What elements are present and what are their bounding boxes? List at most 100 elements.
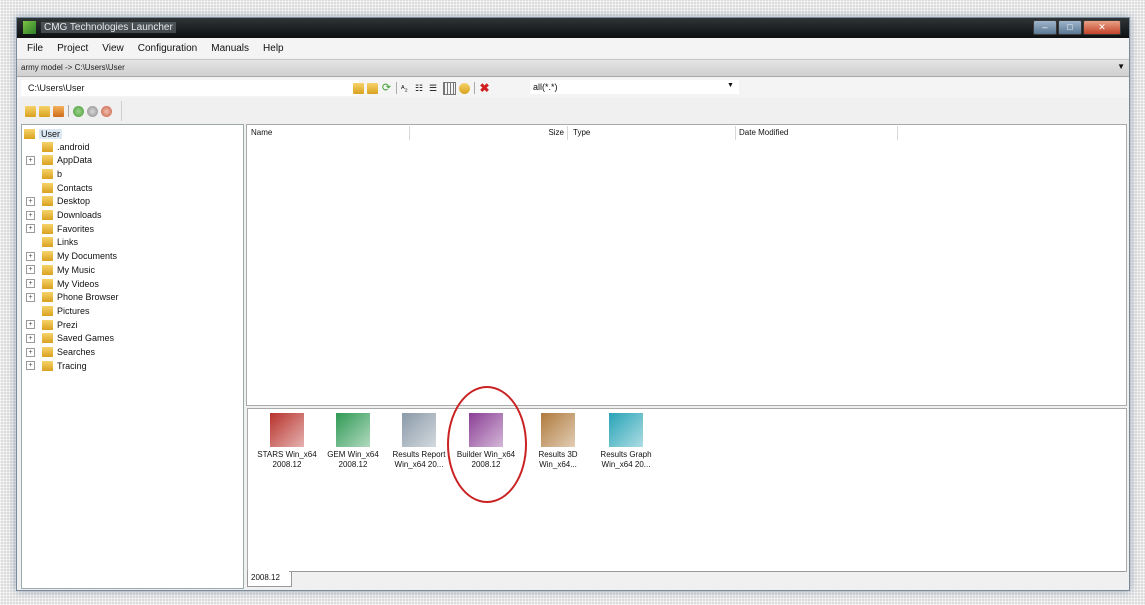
tree-item-label: b (57, 168, 63, 179)
app-launcher-item[interactable]: Results Graph Win_x64 20... (593, 413, 659, 470)
tree-item-label: My Music (57, 264, 95, 275)
file-toolbar: ⟳ ᴬ₂ ☷ ☰ ✖ (353, 80, 493, 96)
tree-item[interactable]: + Downloads (26, 209, 102, 222)
tree-item-label: Desktop (57, 196, 91, 207)
tree-item-label: Pictures (57, 305, 90, 316)
menu-manuals[interactable]: Manuals (211, 43, 249, 54)
tree-item-label: AppData (57, 155, 93, 166)
tree-item[interactable]: + Tracing (26, 359, 87, 372)
results-report-app-icon (402, 413, 436, 447)
app-version: Win_x64 20... (394, 460, 444, 469)
expand-icon[interactable]: + (26, 292, 35, 302)
expand-icon[interactable]: + (26, 251, 35, 261)
music-folder-icon (42, 264, 53, 275)
list-view-icon[interactable]: ☷ (415, 83, 426, 94)
expand-icon[interactable]: + (26, 279, 35, 288)
app-launcher-item[interactable]: STARS Win_x64 2008.12 (254, 413, 320, 470)
desktop-folder-icon (42, 196, 53, 207)
refresh-icon[interactable]: ⟳ (381, 82, 392, 94)
maximize-button[interactable]: □ (1058, 20, 1082, 35)
expand-icon[interactable]: + (26, 361, 35, 371)
tree-item[interactable]: + My Music (26, 263, 95, 276)
minimize-button[interactable]: – (1033, 20, 1057, 35)
menu-help[interactable]: Help (263, 43, 284, 54)
tree-item[interactable]: .android (42, 140, 90, 153)
cmg-logo-icon (23, 21, 36, 34)
app-launcher-item[interactable]: Results 3D Win_x64... (525, 413, 591, 470)
menu-project[interactable]: Project (57, 43, 88, 54)
tree-item[interactable]: + Desktop (26, 195, 91, 208)
tree-item[interactable]: + Saved Games (26, 332, 115, 345)
menu-view[interactable]: View (102, 43, 124, 54)
app-name: STARS Win_x64 (257, 450, 317, 459)
expand-icon[interactable]: + (26, 320, 35, 330)
folder-icon (42, 292, 53, 303)
disconnect-icon[interactable] (87, 105, 98, 117)
column-date-modified[interactable]: Date Modified (739, 126, 898, 140)
tree-item[interactable]: + My Videos (26, 277, 99, 290)
folder-tree[interactable]: User .android + AppData b Contacts + Desktop + D… (21, 124, 244, 589)
new-folder-icon[interactable] (25, 105, 36, 117)
close-button[interactable]: ✕ (1083, 20, 1121, 35)
tab-strip-line (289, 571, 1125, 572)
folder-icon (42, 141, 53, 152)
results-graph-app-icon (609, 413, 643, 447)
menu-file[interactable]: File (27, 43, 43, 54)
folder-up-icon[interactable] (367, 82, 378, 94)
tab-2008-12[interactable]: 2008.12 (247, 571, 292, 587)
downloads-folder-icon (42, 210, 53, 220)
toolbar-separator (396, 82, 397, 94)
project-path-bar[interactable]: army model -> C:\Users\User ▼ (17, 59, 1129, 77)
menu-configuration[interactable]: Configuration (138, 43, 197, 54)
tree-root[interactable]: User (24, 127, 63, 140)
app-version: Win_x64 20... (601, 460, 651, 469)
tree-item-label: Prezi (57, 319, 78, 330)
grid-view-icon[interactable] (443, 81, 456, 95)
stop-icon[interactable] (101, 105, 112, 117)
tree-item[interactable]: b (42, 167, 62, 180)
expand-icon[interactable]: + (26, 210, 35, 220)
delete-icon[interactable]: ✖ (479, 82, 490, 94)
expand-icon[interactable]: + (26, 155, 35, 165)
title-bar: CMG Technologies Launcher – □ ✕ (17, 18, 1129, 38)
menu-bar: File Project View Configuration Manuals … (17, 38, 1129, 58)
file-filter-dropdown[interactable]: all(*.*) (530, 80, 739, 94)
expand-icon[interactable]: + (26, 333, 35, 343)
expand-icon[interactable]: + (26, 224, 35, 234)
sort-icon[interactable]: ᴬ₂ (401, 83, 412, 94)
column-name[interactable]: Name (251, 126, 410, 140)
tree-item[interactable]: Links (42, 236, 78, 249)
tree-item[interactable]: Pictures (42, 304, 90, 317)
tree-item[interactable]: + Favorites (26, 222, 94, 235)
tree-item[interactable]: + Prezi (26, 318, 78, 331)
tree-item[interactable]: + AppData (26, 154, 93, 167)
details-view-icon[interactable]: ☰ (429, 83, 440, 94)
expand-icon[interactable]: + (26, 265, 35, 275)
app-launcher-item[interactable]: Results Report Win_x64 20... (386, 413, 452, 470)
remove-folder-icon[interactable] (53, 105, 64, 117)
expand-icon[interactable]: + (26, 347, 35, 357)
open-folder-icon[interactable] (353, 82, 364, 94)
app-launcher-item[interactable]: GEM Win_x64 2008.12 (320, 413, 386, 470)
column-size[interactable]: Size (410, 126, 568, 140)
tree-item[interactable]: Contacts (42, 181, 93, 194)
contacts-folder-icon (42, 182, 53, 193)
connect-icon[interactable] (73, 105, 84, 117)
tree-item-label: Tracing (57, 360, 87, 371)
tree-item[interactable]: + Searches (26, 346, 95, 359)
properties-icon[interactable] (459, 82, 470, 94)
videos-folder-icon (42, 278, 53, 289)
tree-item-label: Saved Games (57, 333, 115, 344)
tree-item[interactable]: + Phone Browser (26, 291, 119, 304)
gem-app-icon (336, 413, 370, 447)
tree-item[interactable]: + My Documents (26, 250, 117, 263)
chevron-down-icon[interactable]: ▼ (1117, 62, 1125, 71)
chevron-down-icon[interactable]: ▼ (727, 82, 734, 89)
column-type[interactable]: Type (573, 126, 736, 140)
searches-folder-icon (42, 347, 53, 357)
address-field[interactable]: C:\Users\User (21, 80, 359, 96)
file-list[interactable]: Name Size Type Date Modified (246, 124, 1127, 406)
launcher-panel: STARS Win_x64 2008.12 GEM Win_x64 2008.12 Re… (247, 386, 1127, 572)
copy-folder-icon[interactable] (39, 105, 50, 117)
expand-icon[interactable]: + (26, 196, 35, 206)
